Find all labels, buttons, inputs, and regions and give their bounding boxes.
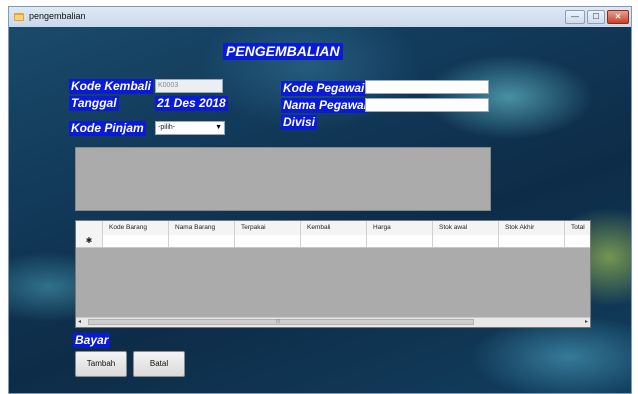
divisi-label: Divisi xyxy=(281,115,318,130)
detail-data-grid[interactable]: Kode Barang Nama Barang Terpakai Kembali… xyxy=(75,220,591,328)
scroll-right-icon[interactable]: ▸ xyxy=(585,318,588,326)
grid-header: Kode Barang Nama Barang Terpakai Kembali… xyxy=(76,221,590,236)
dropdown-arrow-icon[interactable]: ▼ xyxy=(215,122,222,134)
column-header[interactable]: Harga xyxy=(366,221,432,235)
column-header[interactable]: Nama Barang xyxy=(168,221,234,235)
column-header[interactable]: Stok awal xyxy=(432,221,498,235)
kode-pinjam-label: Kode Pinjam xyxy=(69,121,146,136)
maximize-icon: ☐ xyxy=(592,12,600,21)
minimize-button[interactable]: — xyxy=(565,10,585,24)
table-cell[interactable] xyxy=(498,235,564,247)
table-cell[interactable] xyxy=(234,235,300,247)
batal-button[interactable]: Batal xyxy=(133,351,185,377)
kode-kembali-label: Kode Kembali xyxy=(69,79,154,94)
table-row[interactable]: ✱ xyxy=(76,235,590,248)
window-title: pengembalian xyxy=(29,11,86,21)
kode-pegawai-label: Kode Pegawai xyxy=(281,81,367,96)
table-cell[interactable] xyxy=(300,235,366,247)
column-header[interactable]: Kembali xyxy=(300,221,366,235)
table-cell[interactable] xyxy=(432,235,498,247)
nama-pegawai-field[interactable] xyxy=(365,98,489,112)
close-button[interactable]: ✕ xyxy=(607,10,629,24)
info-panel xyxy=(75,147,491,211)
column-header[interactable]: Terpakai xyxy=(234,221,300,235)
close-icon: ✕ xyxy=(614,12,622,21)
scroll-left-icon[interactable]: ◂ xyxy=(78,318,81,326)
tanggal-value: 21 Des 2018 xyxy=(155,96,228,111)
column-header[interactable]: Kode Barang xyxy=(102,221,168,235)
bayar-label: Bayar xyxy=(73,333,111,348)
kode-pinjam-combobox[interactable]: -pilih- ▼ xyxy=(155,121,225,135)
column-header[interactable]: Total xyxy=(564,221,590,235)
title-bar[interactable]: pengembalian — ☐ ✕ xyxy=(9,7,631,28)
scroll-grip-icon: ⦙⦙⦙ xyxy=(276,319,281,325)
maximize-button[interactable]: ☐ xyxy=(587,10,605,24)
table-cell[interactable] xyxy=(564,235,590,247)
kode-pinjam-selected: -pilih- xyxy=(158,124,176,131)
new-row-icon: ✱ xyxy=(76,235,102,247)
kode-pegawai-field[interactable] xyxy=(365,80,489,94)
form-client-area: PENGEMBALIAN Kode Kembali K0003 Tanggal … xyxy=(9,27,631,393)
horizontal-scrollbar[interactable]: ◂ ⦙⦙⦙ ▸ xyxy=(76,317,590,327)
kode-kembali-field[interactable]: K0003 xyxy=(155,79,223,93)
app-icon xyxy=(14,13,24,21)
scrollbar-thumb[interactable] xyxy=(88,319,474,325)
table-cell[interactable] xyxy=(366,235,432,247)
pengembalian-window: pengembalian — ☐ ✕ PENGEMBALIAN Kode Kem… xyxy=(8,6,632,394)
nama-pegawai-label: Nama Pegawai xyxy=(281,98,370,113)
tambah-button[interactable]: Tambah xyxy=(75,351,127,377)
table-cell[interactable] xyxy=(102,235,168,247)
column-header[interactable]: Stok Akhir xyxy=(498,221,564,235)
minimize-icon: — xyxy=(571,12,579,21)
table-cell[interactable] xyxy=(168,235,234,247)
page-title: PENGEMBALIAN xyxy=(223,43,343,60)
tanggal-label: Tanggal xyxy=(69,96,119,111)
